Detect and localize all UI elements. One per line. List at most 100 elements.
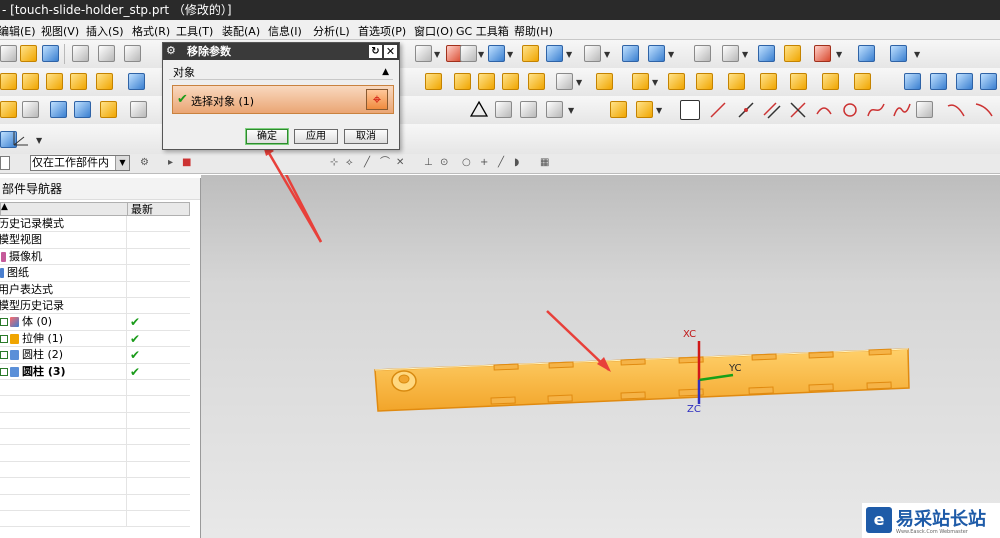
dialog-title-bar[interactable]: ⚙ 移除参数 ↻ ✕ [163, 43, 399, 60]
apply-button[interactable]: 应用 [294, 129, 338, 144]
triangle-icon[interactable] [470, 100, 488, 118]
wireframe-cube-icon[interactable] [556, 73, 573, 90]
sort-up-icon[interactable]: ▲ [1, 202, 8, 212]
copy-icon[interactable] [98, 45, 115, 62]
menu-gc-toolbox[interactable]: GC 工具箱 [456, 23, 509, 39]
close-icon[interactable]: ✕ [384, 45, 397, 58]
menu-edit[interactable]: 编辑(E) [0, 23, 36, 39]
menu-analysis[interactable]: 分析(L) [313, 23, 350, 39]
move-object-icon[interactable] [722, 45, 739, 62]
edge-blend-icon[interactable] [696, 73, 713, 90]
component-icon[interactable] [636, 101, 653, 118]
mirror-icon[interactable] [822, 73, 839, 90]
pattern-icon[interactable] [790, 73, 807, 90]
tool-icon[interactable] [758, 45, 775, 62]
block-icon[interactable] [425, 73, 442, 90]
snap-point-icon[interactable] [814, 45, 831, 62]
type-filter-combo[interactable] [0, 156, 10, 170]
new-icon[interactable] [0, 45, 17, 62]
snap-midpoint-icon[interactable]: ⟡ [346, 158, 356, 168]
cancel-button[interactable]: 取消 [344, 129, 388, 144]
offset-face-icon[interactable] [502, 73, 519, 90]
background-icon[interactable] [584, 45, 601, 62]
graphics-viewport[interactable]: XC YC ZC [201, 175, 1000, 538]
snap-arc-icon[interactable]: ⌒ [380, 158, 390, 168]
draft-icon[interactable] [760, 73, 777, 90]
curve-icon[interactable] [866, 100, 886, 120]
column-latest[interactable]: 最新 [131, 203, 153, 216]
menu-format[interactable]: 格式(R) [132, 23, 170, 39]
menu-tools[interactable]: 工具(T) [176, 23, 213, 39]
menu-window[interactable]: 窗口(O) [414, 23, 453, 39]
table-row[interactable]: 历史记录模式 [0, 216, 190, 233]
work-layer-icon[interactable] [522, 45, 539, 62]
table-row[interactable]: 圆柱 (3) ✔ [0, 363, 190, 380]
bulb-icon[interactable] [784, 45, 801, 62]
cone-icon[interactable] [46, 73, 63, 90]
intersect-icon[interactable] [668, 73, 685, 90]
datum-icon[interactable] [0, 101, 17, 118]
boss-icon[interactable] [128, 73, 145, 90]
checkbox[interactable] [0, 334, 8, 343]
snap-line-icon[interactable]: ╱ [364, 158, 374, 168]
gear-icon[interactable]: ⚙ [166, 45, 178, 57]
snap-point-on-icon[interactable]: + [480, 158, 490, 168]
table-row[interactable]: 摄像机 [0, 248, 190, 266]
wcs-icon[interactable] [622, 45, 639, 62]
sketch-icon[interactable] [22, 101, 39, 118]
unite-icon[interactable] [596, 73, 613, 90]
table-row[interactable]: 体 (0) ✔ [0, 314, 190, 331]
parallel-lines-icon[interactable] [762, 100, 782, 120]
object-group-header[interactable]: 对象 ▲ [169, 65, 393, 80]
trim-curve-icon[interactable] [946, 100, 966, 120]
mesh-surface-icon[interactable] [930, 73, 947, 90]
line-icon[interactable] [708, 100, 728, 120]
offset-curve-icon[interactable] [916, 101, 933, 118]
table-row[interactable]: 模型视图 [0, 232, 190, 249]
orient-icon[interactable] [648, 45, 665, 62]
layer-settings-icon[interactable] [546, 45, 563, 62]
rotate-icon[interactable] [460, 45, 477, 62]
grid-table-icon[interactable] [495, 101, 512, 118]
subtract-icon[interactable] [632, 73, 649, 90]
hole-icon[interactable] [96, 73, 113, 90]
ok-button[interactable]: 确定 [245, 128, 289, 145]
snap-quadrant-icon[interactable]: ○ [462, 158, 472, 168]
surface-icon[interactable] [904, 73, 921, 90]
snap-tangent-icon[interactable]: ╱ [498, 158, 508, 168]
checkbox[interactable] [0, 318, 8, 327]
axis-triad-icon[interactable] [10, 129, 32, 149]
select-icon[interactable]: ▸ [168, 158, 178, 168]
table-row[interactable]: 图纸 [0, 265, 190, 282]
shell-icon[interactable] [528, 73, 545, 90]
table-row[interactable]: 用户表达式 [0, 281, 190, 298]
circle-icon[interactable] [840, 100, 860, 120]
extrude-tool-icon[interactable] [50, 101, 67, 118]
table-icon[interactable] [130, 101, 147, 118]
menu-assembly[interactable]: 装配(A) [222, 23, 260, 39]
helix-icon[interactable] [892, 100, 912, 120]
line-tangent-icon[interactable] [736, 100, 756, 120]
checkbox[interactable] [0, 367, 8, 376]
menu-info[interactable]: 信息(I) [268, 23, 302, 39]
table-row[interactable]: 圆柱 (2) ✔ [0, 347, 190, 364]
snap-face-icon[interactable]: ◗ [514, 158, 524, 168]
cylinder-tool-icon[interactable] [22, 73, 39, 90]
snap-icon[interactable]: ■ [182, 158, 192, 168]
thicken-icon[interactable] [854, 73, 871, 90]
spline-icon[interactable] [546, 101, 563, 118]
assembly-icon[interactable] [610, 101, 627, 118]
cross-lines-icon[interactable] [788, 100, 808, 120]
settings-icon[interactable]: ⚙ [140, 158, 150, 168]
menu-help[interactable]: 帮助(H) [514, 23, 553, 39]
collapse-icon[interactable]: ▲ [382, 65, 389, 80]
open-folder-icon[interactable] [20, 45, 37, 62]
select-object-row[interactable]: ✔ 选择对象 (1) ⌖ [172, 85, 394, 114]
reset-icon[interactable]: ↻ [369, 45, 382, 58]
arc-icon[interactable] [814, 100, 834, 120]
slab-body[interactable] [374, 348, 910, 412]
snap-grid-icon[interactable]: ▦ [540, 158, 550, 168]
sphere-icon[interactable] [70, 73, 87, 90]
snap-intersect-icon[interactable]: ✕ [396, 158, 406, 168]
table-row[interactable]: 拉伸 (1) ✔ [0, 330, 190, 348]
